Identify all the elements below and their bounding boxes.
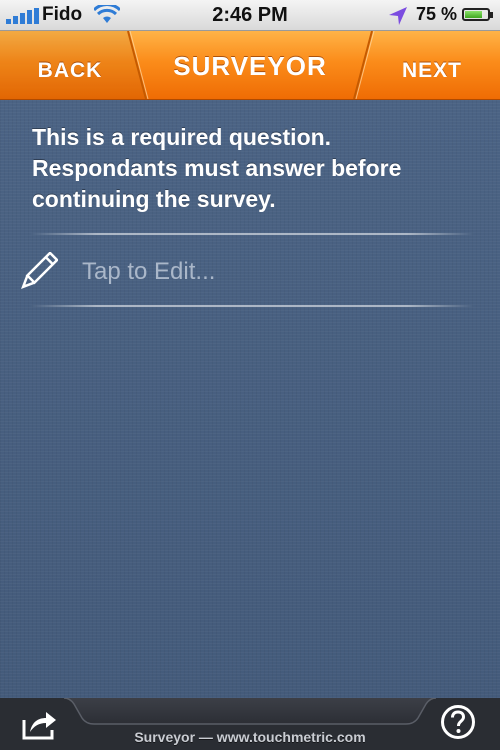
help-icon[interactable] (440, 704, 476, 740)
status-bar: Fido 2:46 PM 75 % (0, 0, 500, 31)
battery-level-fill (465, 11, 482, 18)
pencil-icon (21, 252, 58, 289)
divider (30, 233, 474, 235)
survey-content: This is a required question. Respondants… (0, 100, 500, 698)
question-text: This is a required question. Respondants… (32, 124, 402, 212)
page-title: SURVEYOR (173, 51, 327, 81)
share-icon[interactable] (20, 706, 60, 742)
battery-percent: 75 % (416, 4, 458, 24)
next-button[interactable]: NEXT (380, 59, 484, 83)
answer-row[interactable] (0, 238, 500, 304)
divider (30, 305, 474, 307)
location-arrow-icon (389, 7, 407, 25)
footer-text: Surveyor — www.touchmetric.com (134, 729, 366, 745)
back-button[interactable]: BACK (20, 59, 120, 83)
answer-input[interactable] (82, 257, 462, 287)
battery-nub (490, 12, 493, 18)
navigation-bar: BACK SURVEYOR NEXT (0, 31, 500, 100)
bottom-toolbar: Surveyor — www.touchmetric.com (0, 698, 500, 750)
battery-icon (462, 8, 490, 21)
